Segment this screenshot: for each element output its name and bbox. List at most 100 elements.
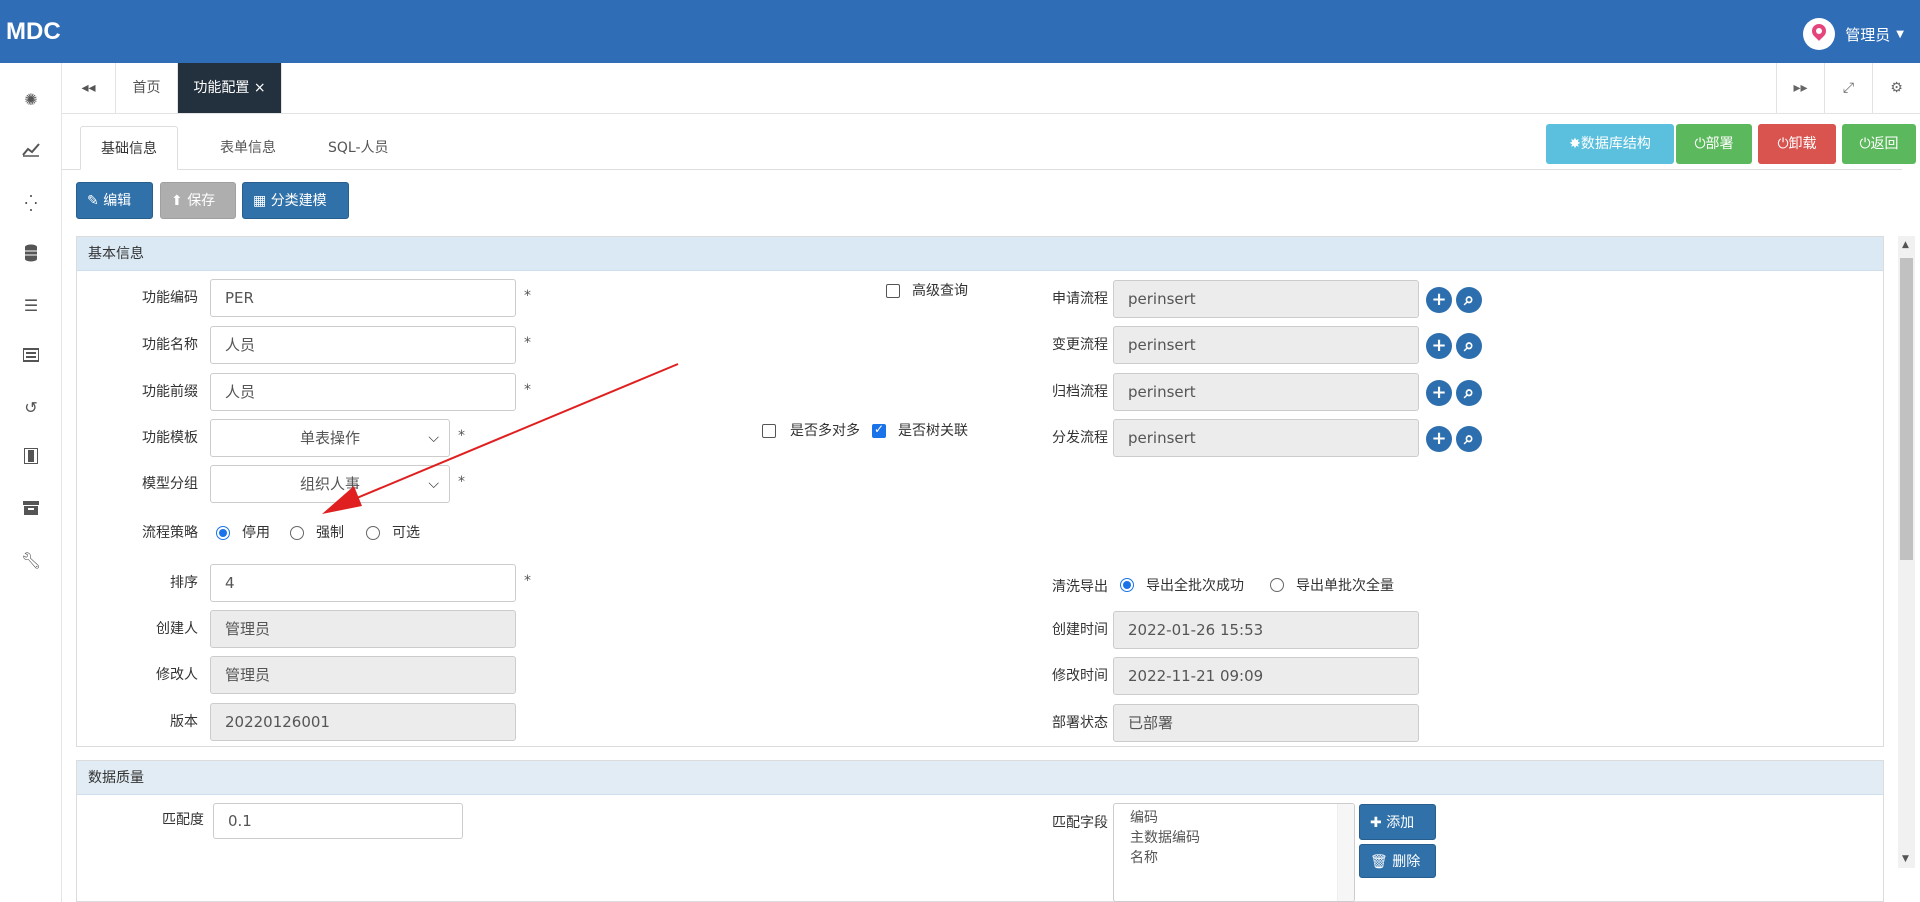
func-prefix-input[interactable]: 人员 <box>210 373 516 411</box>
tab-function-config-label: 功能配置 <box>193 80 250 96</box>
undeploy-button[interactable]: ⏻卸载 <box>1758 124 1836 164</box>
flow-disabled-radio[interactable] <box>216 526 230 540</box>
chart-line-icon[interactable] <box>20 141 42 163</box>
archive-icon[interactable] <box>20 499 42 521</box>
category-model-button[interactable]: ▦ 分类建模 <box>242 182 349 219</box>
required-mark: * <box>458 474 465 490</box>
database-icon[interactable] <box>20 244 42 266</box>
flow-forced-radio[interactable] <box>290 526 304 540</box>
tab-scroll-right-icon[interactable]: ▸▸ <box>1776 63 1824 113</box>
top-bar: MDC 管理员 ▼ <box>0 0 1920 63</box>
export-single-batch-radio[interactable] <box>1270 578 1284 592</box>
tree-relation-checkbox[interactable] <box>872 422 886 438</box>
required-mark: * <box>524 288 531 304</box>
search-icon[interactable]: ⌕ <box>1456 380 1482 406</box>
add-circle-icon[interactable]: + <box>1426 287 1452 313</box>
edit-button[interactable]: ✎ 编辑 <box>76 182 153 219</box>
scrollbar[interactable] <box>1337 804 1354 901</box>
sort-label: 排序 <box>170 575 198 591</box>
gear-icon[interactable]: ⚙ <box>1872 63 1920 113</box>
version-field: 20220126001 <box>210 703 516 741</box>
add-button[interactable]: ✚ 添加 <box>1359 804 1436 840</box>
save-button[interactable]: ⬆ 保存 <box>160 182 236 219</box>
export-all-batch-radio[interactable] <box>1120 578 1134 592</box>
create-time-field: 2022-01-26 15:53 <box>1113 611 1419 649</box>
archive-flow-field: perinsert <box>1113 373 1419 411</box>
many-to-many-label: 是否多对多 <box>790 423 860 439</box>
wrench-icon[interactable]: 🔧︎ <box>20 550 42 572</box>
scroll-thumb[interactable] <box>1900 258 1913 560</box>
func-code-input[interactable]: PER <box>210 279 516 317</box>
modifier-field: 管理员 <box>210 656 516 694</box>
add-circle-icon[interactable]: + <box>1426 426 1452 452</box>
panel-title: 基本信息 <box>77 237 1883 271</box>
location-pin-icon <box>1803 18 1836 50</box>
flow-strategy-label: 流程策略 <box>142 525 198 541</box>
back-button[interactable]: ⏻返回 <box>1842 124 1916 164</box>
export-all-batch-label: 导出全批次成功 <box>1146 578 1244 594</box>
func-name-input[interactable]: 人员 <box>210 326 516 364</box>
list-item[interactable]: 名称 <box>1130 848 1200 868</box>
plus-icon: ✚ <box>1370 815 1382 831</box>
spinner-icon[interactable]: ⁛ <box>20 193 42 215</box>
tab-basic-info[interactable]: 基础信息 <box>80 126 178 170</box>
user-menu[interactable]: 管理员 ▼ <box>1803 18 1904 50</box>
settings-icon[interactable]: ✺ <box>20 89 42 111</box>
tab-scroll-left-icon[interactable]: ◂◂ <box>62 63 116 113</box>
apply-flow-label: 申请流程 <box>1052 291 1108 307</box>
add-circle-icon[interactable]: + <box>1426 380 1452 406</box>
list-icon[interactable]: ☰ <box>20 295 42 317</box>
dispatch-flow-field: perinsert <box>1113 419 1419 457</box>
search-icon[interactable]: ⌕ <box>1456 287 1482 313</box>
search-icon[interactable]: ⌕ <box>1456 426 1482 452</box>
model-group-select[interactable]: 组织人事 ⌵ <box>210 465 450 503</box>
flow-optional-radio[interactable] <box>366 526 380 540</box>
film-icon[interactable] <box>20 447 42 470</box>
creator-label: 创建人 <box>156 621 198 637</box>
page-scrollbar[interactable]: ▲ ▼ <box>1898 236 1915 868</box>
change-flow-label: 变更流程 <box>1052 337 1108 353</box>
sort-input[interactable]: 4 <box>210 564 516 602</box>
server-icon[interactable] <box>20 346 42 368</box>
func-name-label: 功能名称 <box>142 337 198 353</box>
edit-icon: ✎ <box>87 193 99 209</box>
close-icon[interactable]: × <box>254 80 266 96</box>
export-single-batch-label: 导出单批次全量 <box>1296 578 1394 594</box>
func-template-select[interactable]: 单表操作 ⌵ <box>210 419 450 457</box>
match-fields-list[interactable]: 编码 主数据编码 名称 <box>1113 803 1355 902</box>
tab-form-info[interactable]: 表单信息 <box>200 126 296 170</box>
upload-icon: ⬆ <box>171 193 183 209</box>
required-mark: * <box>524 573 531 589</box>
tab-function-config[interactable]: 功能配置 × <box>178 63 282 113</box>
plug-icon: ⏻ <box>1694 136 1706 152</box>
deploy-button[interactable]: ⏻部署 <box>1676 124 1752 164</box>
table-icon: ▦ <box>253 193 267 209</box>
many-to-many-checkbox[interactable] <box>762 424 776 438</box>
list-item[interactable]: 主数据编码 <box>1130 828 1200 848</box>
version-label: 版本 <box>170 714 198 730</box>
scroll-up-icon[interactable]: ▲ <box>1902 240 1909 250</box>
dispatch-flow-label: 分发流程 <box>1052 430 1108 446</box>
func-code-label: 功能编码 <box>142 290 198 306</box>
match-label: 匹配度 <box>162 812 204 828</box>
search-icon[interactable]: ⌕ <box>1456 333 1482 359</box>
chevron-down-icon: ⌵ <box>428 430 439 446</box>
change-flow-field: perinsert <box>1113 326 1419 364</box>
modify-time-field: 2022-11-21 09:09 <box>1113 657 1419 695</box>
add-circle-icon[interactable]: + <box>1426 333 1452 359</box>
db-structure-button[interactable]: ✸数据库结构 <box>1546 124 1674 164</box>
database-icon: ✸ <box>1569 136 1581 152</box>
tab-sql-person[interactable]: SQL-人员 <box>308 126 409 170</box>
trash-icon: 🗑︎ <box>1370 854 1388 870</box>
history-icon[interactable]: ↺ <box>20 397 42 419</box>
delete-button[interactable]: 🗑︎ 删除 <box>1359 844 1436 878</box>
match-fields-label: 匹配字段 <box>1052 815 1108 831</box>
list-item[interactable]: 编码 <box>1130 808 1200 828</box>
model-group-label: 模型分组 <box>142 476 198 492</box>
advanced-query-checkbox[interactable] <box>886 284 900 298</box>
fullscreen-icon[interactable]: ⤢ <box>1824 63 1872 113</box>
tab-home[interactable]: 首页 <box>116 63 178 113</box>
scroll-down-icon[interactable]: ▼ <box>1902 854 1909 864</box>
match-input[interactable]: 0.1 <box>213 803 463 839</box>
panel-title: 数据质量 <box>77 761 1883 795</box>
